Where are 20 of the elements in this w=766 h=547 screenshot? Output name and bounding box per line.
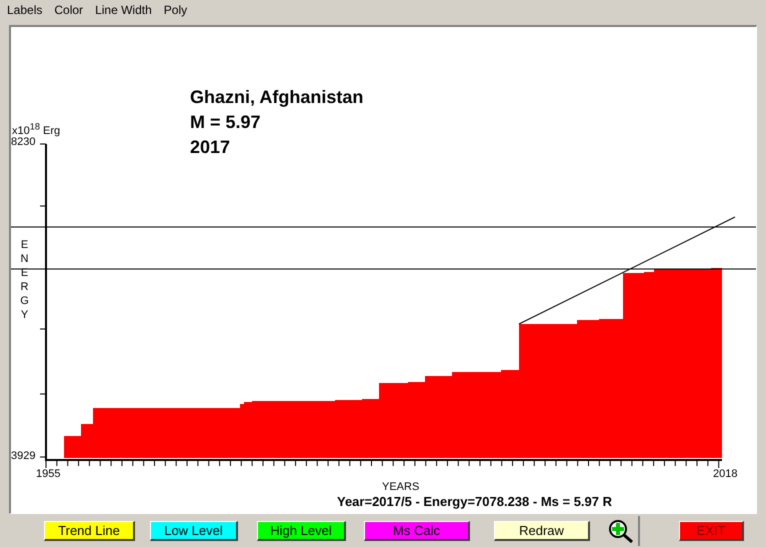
y-max-label: 8230	[11, 136, 36, 148]
menu-item[interactable]: Color	[54, 3, 84, 21]
toolbar-button[interactable]: Ms Calc	[364, 520, 470, 540]
toolbar-button[interactable]: Low Level	[150, 520, 238, 540]
x-start-label: 1955	[36, 468, 60, 480]
y-min-label: 3929	[11, 450, 36, 462]
menu-item[interactable]: Poly	[164, 3, 188, 21]
chart-title-line: M = 5.97	[190, 111, 262, 134]
menu-item[interactable]: Labels	[7, 3, 42, 21]
toolbar-button[interactable]: High Level	[257, 520, 346, 540]
toolbar-button[interactable]: Trend Line	[44, 520, 135, 540]
y-unit-label: x10$^{18}$ Erg	[12, 121, 60, 137]
toolbar-button[interactable]: Redraw	[494, 520, 590, 540]
chart-title-line: Ghazni, Afghanistan	[190, 86, 364, 109]
x-axis-title: YEARS	[382, 481, 420, 493]
menu-item[interactable]: Line Width	[95, 3, 152, 21]
chart-title-line: 2017	[190, 136, 232, 159]
x-end-label: 2018	[713, 468, 738, 480]
status-readout: Year=2017/5 - Energy=7078.238 - Ms = 5.97 R	[337, 494, 612, 509]
zoom-in-icon	[607, 518, 635, 544]
